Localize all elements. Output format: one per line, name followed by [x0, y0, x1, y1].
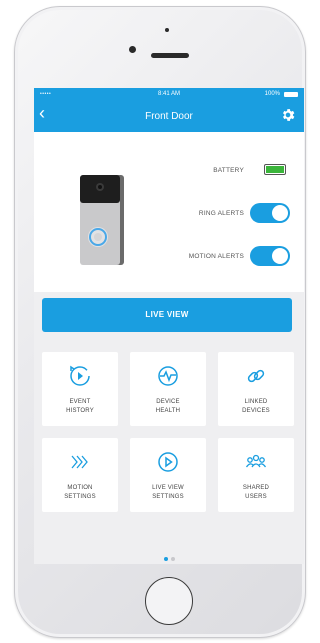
battery-icon: [264, 164, 286, 175]
battery-row: BATTERY: [152, 158, 298, 201]
tile-label: MOTION SETTINGS: [64, 485, 96, 500]
battery-label: BATTERY: [213, 167, 244, 174]
battery-level-fill: [266, 166, 284, 173]
tile-label: DEVICE HEALTH: [155, 399, 181, 414]
toggle-knob: [272, 205, 288, 221]
tile-event-history[interactable]: EVENT HISTORY: [42, 352, 118, 426]
page-dot-active[interactable]: [163, 557, 168, 561]
page-dot[interactable]: [170, 557, 175, 561]
page-title: Front Door: [145, 111, 193, 122]
live-view-settings-icon: [158, 452, 178, 472]
app-screen: ••••• 8:41 AM 100% ‹ Front Door BATTERY: [34, 88, 304, 564]
earpiece-speaker: [151, 53, 189, 58]
motion-alerts-row: MOTION ALERTS: [152, 244, 298, 287]
front-camera: [129, 46, 136, 53]
tile-label: EVENT HISTORY: [66, 399, 94, 414]
home-button[interactable]: [145, 577, 193, 625]
device-settings: BATTERY RING ALERTS MOTION ALERTS: [152, 158, 298, 287]
proximity-sensor: [165, 28, 169, 32]
app-header: ••••• 8:41 AM 100% ‹ Front Door: [34, 88, 304, 132]
gear-icon: [283, 109, 295, 121]
ring-alerts-label: RING ALERTS: [198, 210, 244, 217]
tile-linked-devices[interactable]: LINKED DEVICES: [218, 352, 294, 426]
ring-doorbell-image: [80, 175, 124, 265]
motion-alerts-toggle[interactable]: [250, 246, 290, 266]
tile-label: SHARED USERS: [242, 485, 270, 500]
settings-button[interactable]: [280, 107, 296, 123]
event-history-icon: [70, 365, 90, 386]
live-view-button[interactable]: LIVE VIEW: [42, 298, 292, 332]
page-indicator: [34, 548, 304, 564]
ring-alerts-toggle[interactable]: [250, 203, 290, 223]
status-bar: ••••• 8:41 AM 100%: [34, 90, 304, 101]
toggle-knob: [272, 248, 288, 264]
ring-alerts-row: RING ALERTS: [152, 201, 298, 244]
motion-settings-icon: [71, 455, 88, 469]
shared-users-icon: [245, 454, 267, 468]
linked-devices-icon: [247, 369, 265, 383]
tile-device-health[interactable]: DEVICE HEALTH: [130, 352, 206, 426]
status-battery-percent: 100%: [264, 91, 280, 97]
tile-motion-settings[interactable]: MOTION SETTINGS: [42, 438, 118, 512]
status-battery-icon: [284, 92, 298, 97]
device-health-icon: [158, 366, 178, 386]
tile-label: LIVE VIEW SETTINGS: [152, 485, 184, 500]
tile-label: LINKED DEVICES: [242, 399, 270, 414]
motion-alerts-label: MOTION ALERTS: [188, 253, 244, 260]
status-time: 8:41 AM: [157, 91, 180, 97]
tile-shared-users[interactable]: SHARED USERS: [218, 438, 294, 512]
tile-live-view-settings[interactable]: LIVE VIEW SETTINGS: [130, 438, 206, 512]
